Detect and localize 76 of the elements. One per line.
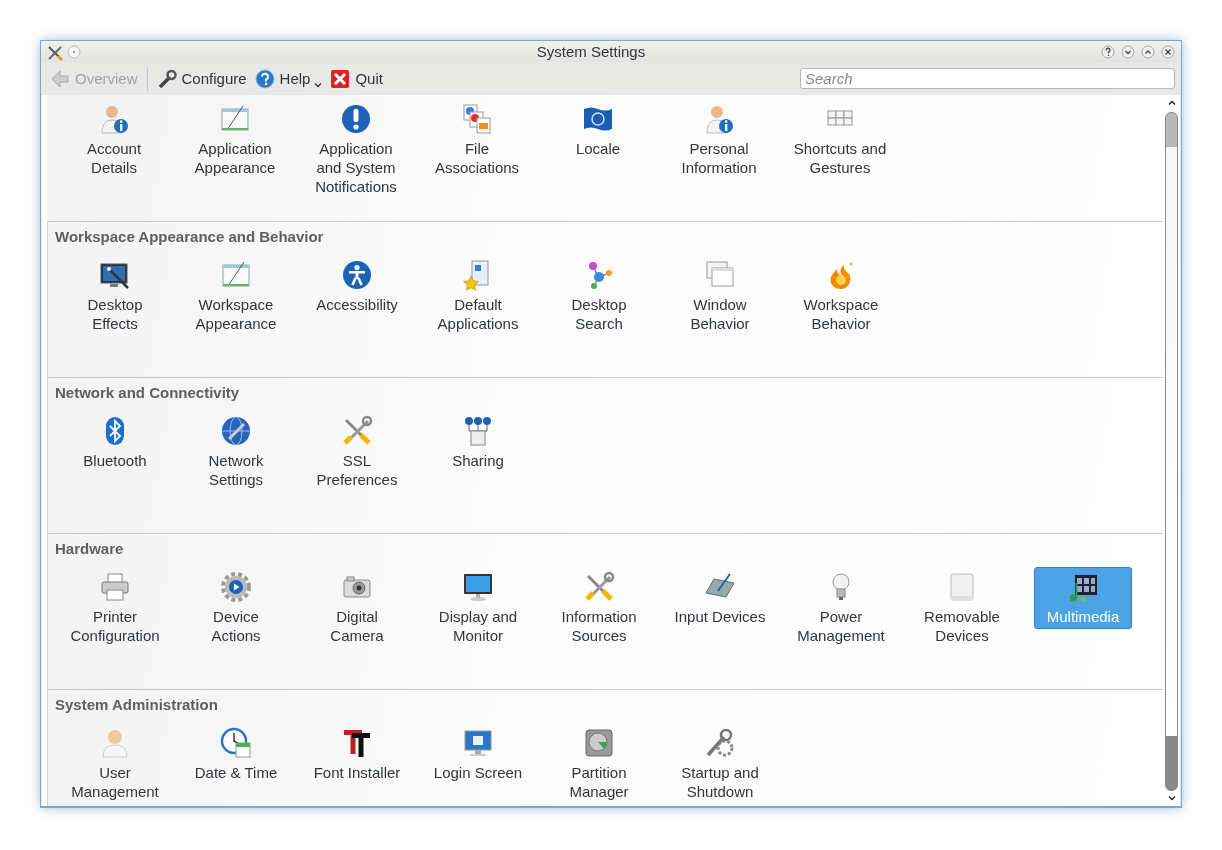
wrench-icon — [156, 68, 177, 89]
section-header: System Administration — [55, 696, 219, 714]
settings-item[interactable]: Desktop Search — [550, 255, 648, 336]
settings-item[interactable]: Locale — [549, 99, 647, 161]
window-menu-button[interactable] — [47, 44, 61, 59]
settings-item[interactable]: Digital Camera — [308, 567, 406, 648]
settings-item[interactable]: Device Actions — [187, 567, 285, 648]
settings-item[interactable]: Workspace Behavior — [792, 255, 890, 336]
settings-item[interactable]: SSL Preferences — [308, 411, 406, 492]
monitor-icon — [462, 571, 494, 603]
settings-item[interactable]: Accessibility — [308, 255, 406, 317]
settings-item[interactable]: Window Behavior — [671, 255, 769, 336]
settings-item[interactable]: Power Management — [792, 567, 890, 648]
settings-item[interactable]: File Associations — [428, 99, 526, 180]
help-button[interactable] — [1101, 44, 1115, 59]
user-info-icon — [98, 103, 130, 135]
settings-item[interactable]: Partition Manager — [550, 723, 648, 804]
configure-button[interactable]: Configure — [153, 65, 250, 92]
close-icon — [330, 68, 351, 89]
wrench-gear-icon — [704, 727, 736, 759]
exclamation-icon — [340, 103, 372, 135]
back-arrow-icon — [50, 68, 70, 89]
close-icon — [1161, 44, 1175, 59]
pin-icon — [67, 44, 81, 59]
settings-item[interactable]: Bluetooth — [66, 411, 164, 473]
settings-item[interactable]: Font Installer — [308, 723, 406, 785]
accessibility-icon — [341, 259, 373, 291]
printer-icon — [99, 571, 131, 603]
tools-icon — [47, 44, 63, 61]
settings-item[interactable]: Sharing — [429, 411, 527, 473]
close-button[interactable] — [1161, 44, 1175, 59]
tools-icon — [341, 415, 373, 447]
settings-item[interactable]: Application and System Notifications — [307, 99, 405, 199]
settings-item[interactable]: Startup and Shutdown — [671, 723, 769, 804]
settings-item[interactable]: Workspace Appearance — [187, 255, 285, 336]
settings-item[interactable]: Input Devices — [671, 567, 769, 629]
settings-item[interactable]: Default Applications — [429, 255, 527, 336]
settings-item[interactable]: Shortcuts and Gestures — [791, 99, 889, 180]
scroll-down-icon[interactable] — [1166, 793, 1177, 803]
settings-item[interactable]: Application Appearance — [186, 99, 284, 180]
scroll-up-icon[interactable] — [1166, 98, 1177, 108]
user-icon — [99, 727, 131, 759]
window-title: System Settings — [535, 43, 647, 60]
section-header: Hardware — [55, 540, 125, 558]
scrollbar-thumb[interactable] — [1165, 112, 1178, 791]
font-icon — [341, 727, 373, 759]
settings-item[interactable]: Desktop Effects — [66, 255, 164, 336]
settings-item[interactable]: Printer Configuration — [66, 567, 164, 648]
caret-icon — [314, 80, 323, 89]
settings-item[interactable]: Account Details — [65, 99, 163, 180]
chevron-up-icon — [1141, 44, 1155, 59]
clock-calendar-icon — [220, 727, 252, 759]
settings-item[interactable]: Information Sources — [550, 567, 648, 648]
sharing-icon — [462, 415, 494, 447]
section-header: Network and Connectivity — [55, 384, 241, 402]
documents-icon — [461, 103, 493, 135]
help-button[interactable]: Help — [251, 65, 326, 92]
settings-item[interactable]: Network Settings — [187, 411, 285, 492]
user-info-icon — [703, 103, 735, 135]
quit-button[interactable]: Quit — [327, 65, 386, 92]
globe-icon — [220, 415, 252, 447]
gear-icon — [220, 571, 252, 603]
settings-item[interactable]: User Management — [66, 723, 164, 804]
login-monitor-icon — [462, 727, 494, 759]
settings-item[interactable]: Login Screen — [429, 723, 527, 785]
section-header: Workspace Appearance and Behavior — [55, 228, 325, 246]
help-icon — [1101, 44, 1115, 59]
chevron-down-icon — [1121, 44, 1135, 59]
settings-item[interactable]: Removable Devices — [913, 567, 1011, 648]
search-field[interactable]: Search — [800, 68, 1175, 89]
tools-icon — [583, 571, 615, 603]
settings-item[interactable]: Date & Time — [187, 723, 285, 785]
settings-item[interactable]: Personal Information — [670, 99, 768, 180]
help-icon — [254, 68, 275, 89]
settings-item[interactable]: Display and Monitor — [429, 567, 527, 648]
minimize-button[interactable] — [1121, 44, 1135, 59]
